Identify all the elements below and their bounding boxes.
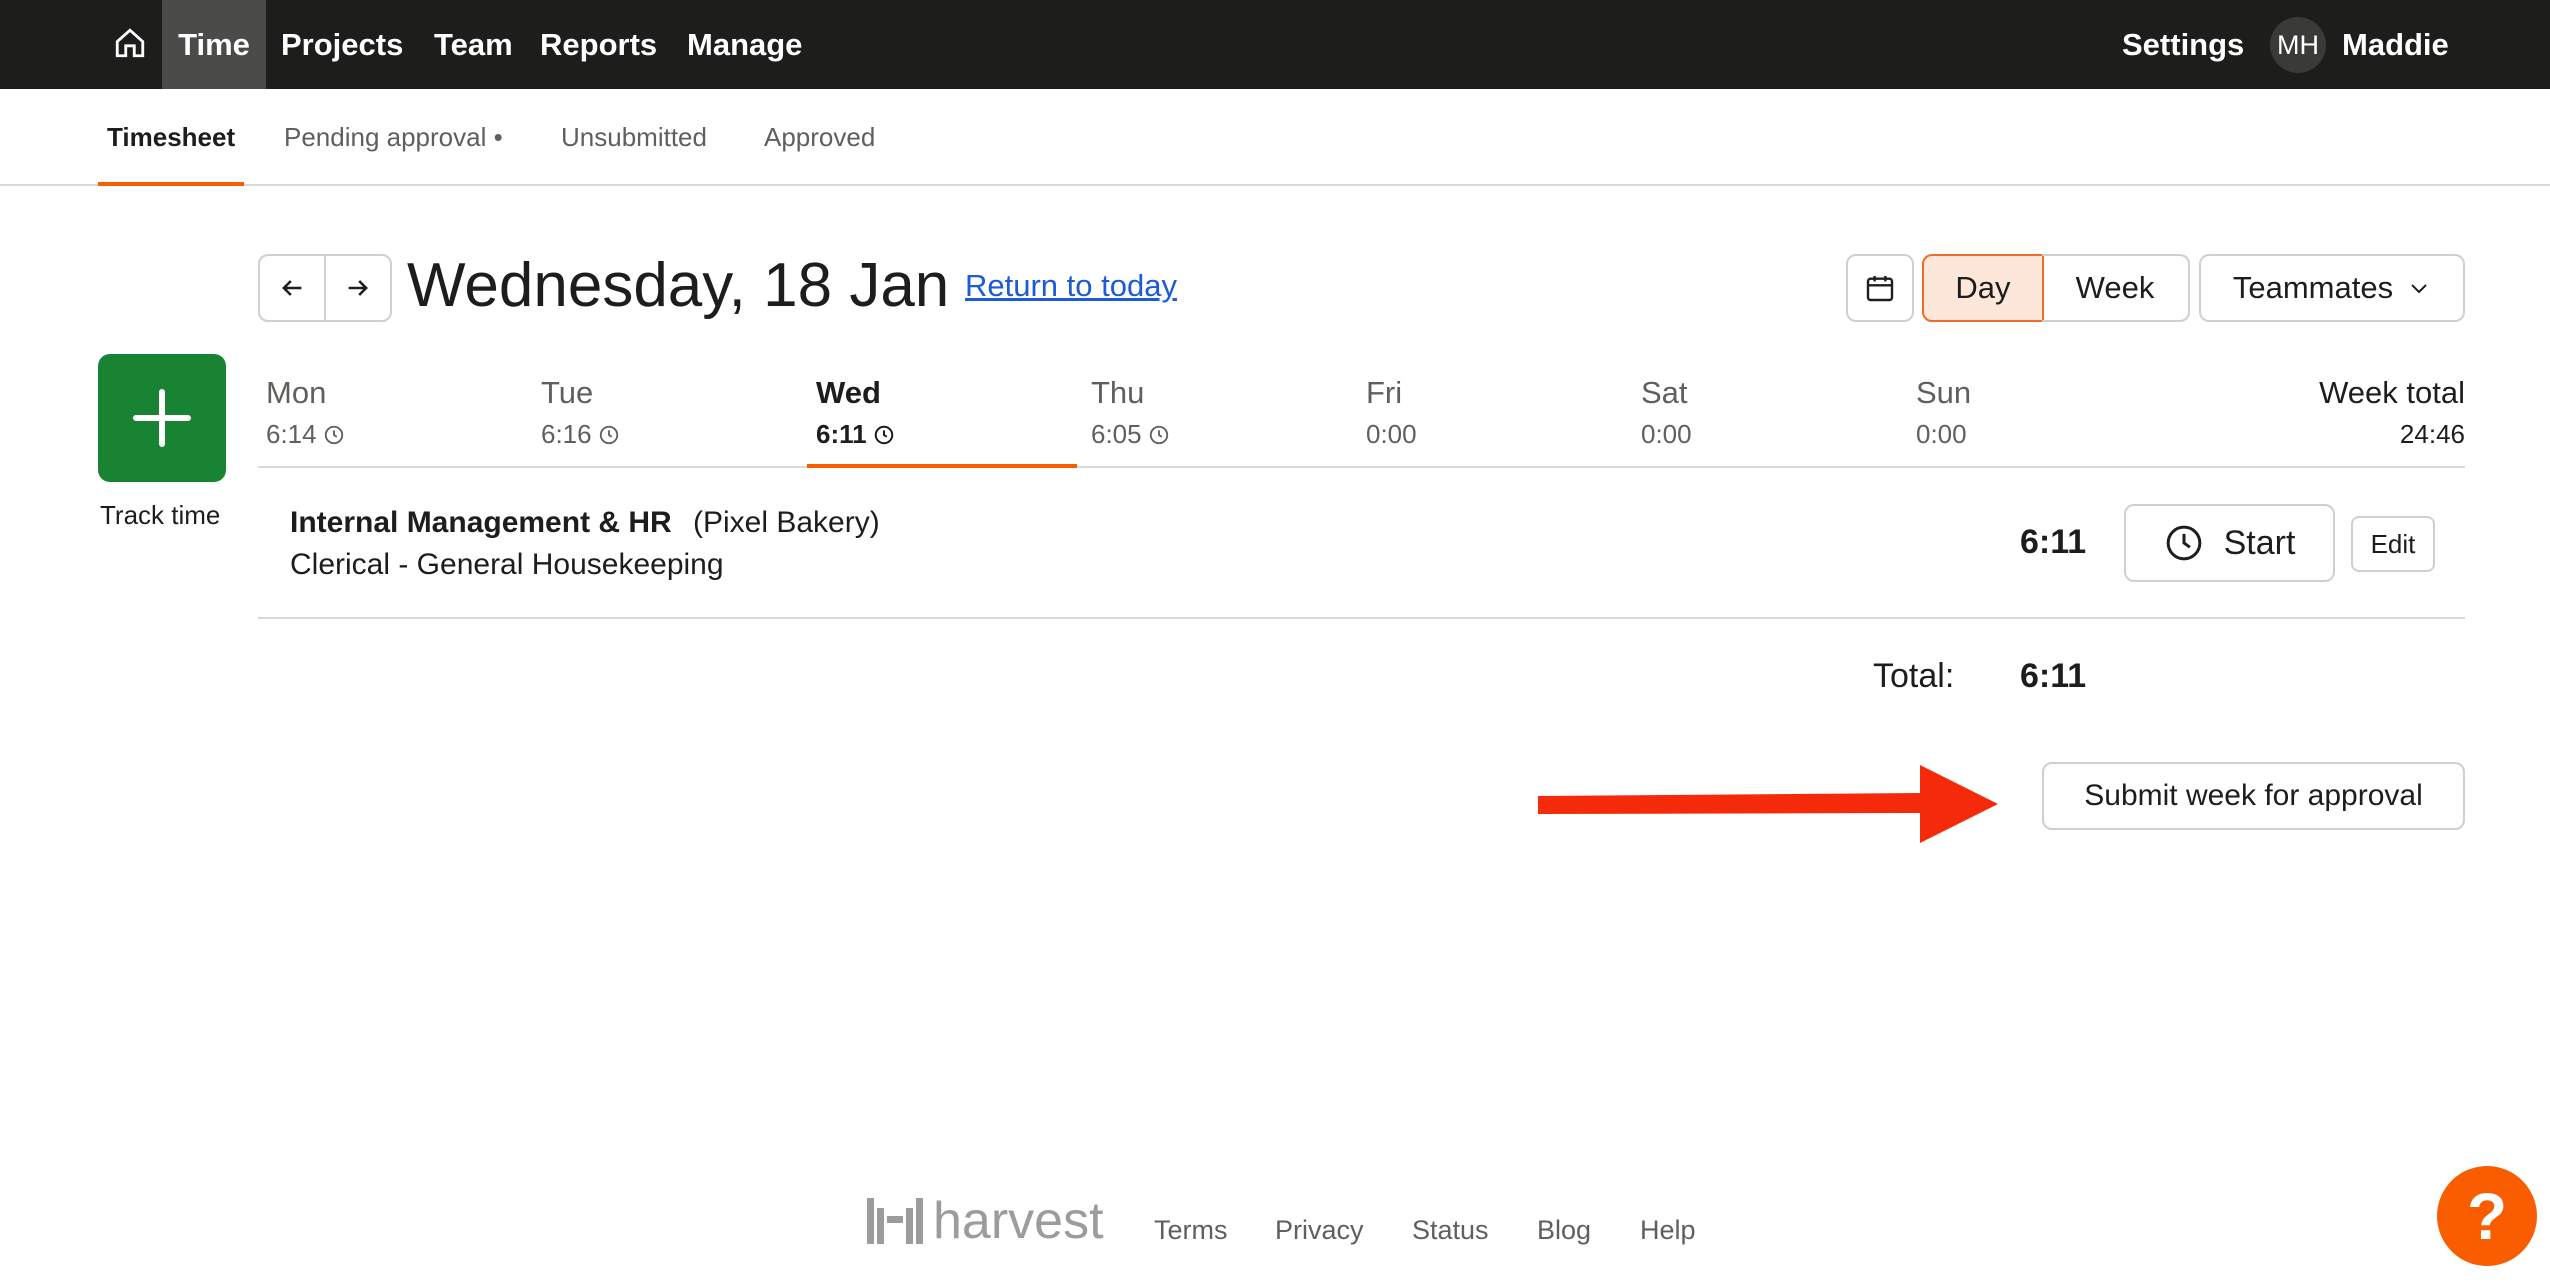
start-timer-button[interactable]: Start — [2124, 504, 2335, 582]
footer-link-help[interactable]: Help — [1640, 1215, 1696, 1246]
help-button[interactable]: ? — [2437, 1166, 2537, 1266]
tab-unsubmitted[interactable]: Unsubmitted — [561, 122, 707, 153]
week-total: Week total 24:46 — [2319, 375, 2465, 449]
nav-manage[interactable]: Manage — [687, 0, 802, 89]
footer-link-terms[interactable]: Terms — [1154, 1215, 1228, 1246]
tab-approved[interactable]: Approved — [764, 122, 875, 153]
chevron-down-icon — [2411, 284, 2427, 294]
day-mon[interactable]: Mon 6:14 — [266, 375, 345, 450]
nav-reports[interactable]: Reports — [540, 0, 657, 89]
harvest-logo-text: harvest — [933, 1192, 1104, 1250]
track-time-label: Track time — [100, 500, 221, 530]
start-label: Start — [2223, 523, 2296, 562]
nav-projects[interactable]: Projects — [281, 0, 403, 89]
clock-icon — [874, 425, 893, 444]
day-sun[interactable]: Sun 0:00 — [1916, 375, 1971, 450]
total-label: Total: — [1873, 657, 1955, 695]
entry-client: (Pixel Bakery) — [693, 506, 880, 539]
teammates-label: Teammates — [2232, 270, 2394, 305]
footer-link-blog[interactable]: Blog — [1537, 1215, 1591, 1246]
avatar[interactable]: MH — [2270, 17, 2326, 73]
entry-project: Internal Management & HR — [290, 506, 672, 539]
day-wed[interactable]: Wed 6:11 — [816, 375, 895, 450]
footer-link-status[interactable]: Status — [1412, 1215, 1489, 1246]
harvest-logo-icon — [867, 1198, 923, 1244]
nav-settings[interactable]: Settings — [2122, 0, 2244, 89]
day-fri[interactable]: Fri 0:00 — [1366, 375, 1417, 450]
clock-icon — [599, 425, 618, 444]
active-tab-indicator — [98, 182, 244, 186]
teammates-dropdown[interactable]: Teammates — [2199, 254, 2465, 322]
clock-icon — [1149, 425, 1168, 444]
divider — [258, 466, 2465, 468]
arrow-left-icon — [282, 280, 302, 296]
day-sat[interactable]: Sat 0:00 — [1641, 375, 1692, 450]
plus-icon — [133, 389, 191, 447]
page-title: Wednesday, 18 Jan — [407, 251, 950, 320]
divider — [258, 617, 2465, 619]
return-to-today-link[interactable]: Return to today — [965, 268, 1177, 304]
sub-navigation: Timesheet Pending approval • Unsubmitted… — [0, 89, 2550, 186]
nav-time[interactable]: Time — [162, 0, 266, 89]
harvest-logo[interactable]: harvest — [867, 1191, 1104, 1251]
arrow-right-icon — [1538, 765, 1998, 843]
user-menu[interactable]: Maddie — [2342, 0, 2449, 89]
previous-day-button[interactable] — [258, 254, 326, 322]
edit-entry-button[interactable]: Edit — [2351, 516, 2435, 572]
day-tue[interactable]: Tue 6:16 — [541, 375, 620, 450]
day-thu[interactable]: Thu 6:05 — [1091, 375, 1170, 450]
nav-team[interactable]: Team — [434, 0, 513, 89]
arrow-right-icon — [348, 280, 368, 296]
clock-icon — [324, 425, 343, 444]
entry-hours: 6:11 — [2020, 523, 2087, 561]
home-icon[interactable] — [107, 20, 153, 66]
tab-timesheet[interactable]: Timesheet — [107, 122, 235, 153]
total-value: 6:11 — [2020, 657, 2087, 695]
footer-link-privacy[interactable]: Privacy — [1275, 1215, 1364, 1246]
top-navigation: Time Projects Team Reports Manage Settin… — [0, 0, 2550, 89]
calendar-icon — [1866, 276, 1894, 302]
clock-icon — [2166, 525, 2201, 561]
view-week-button[interactable]: Week — [2042, 254, 2190, 322]
entry-task: Clerical - General Housekeeping — [290, 548, 724, 581]
track-time-button[interactable] — [98, 354, 226, 482]
submit-week-button[interactable]: Submit week for approval — [2042, 762, 2465, 830]
next-day-button[interactable] — [324, 254, 392, 322]
tab-pending-approval[interactable]: Pending approval • — [284, 122, 503, 153]
active-day-indicator — [807, 464, 1077, 468]
view-day-button[interactable]: Day — [1922, 254, 2044, 322]
calendar-button[interactable] — [1846, 254, 1914, 322]
